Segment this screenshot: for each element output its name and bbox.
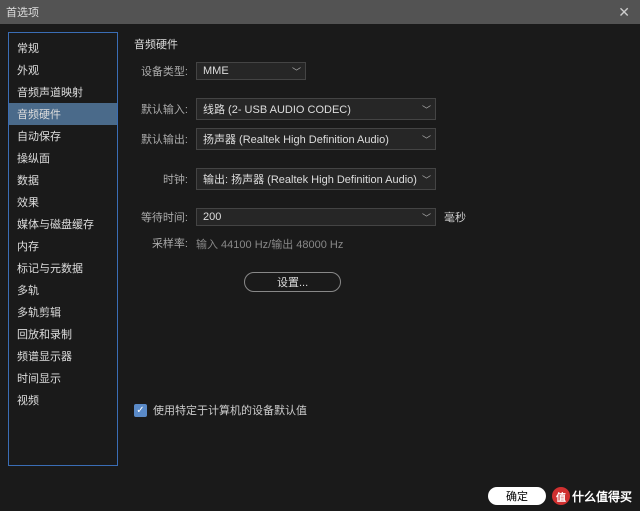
sidebar-item[interactable]: 效果 (9, 191, 117, 213)
watermark-text: 什么值得买 (572, 488, 632, 505)
ok-button[interactable]: 确定 (488, 487, 546, 505)
sidebar-item[interactable]: 视频 (9, 389, 117, 411)
sidebar-item[interactable]: 数据 (9, 169, 117, 191)
window-title: 首选项 (6, 4, 39, 20)
device-type-value: MME (203, 65, 229, 77)
sidebar-item[interactable]: 回放和录制 (9, 323, 117, 345)
chevron-down-icon: ﹀ (422, 173, 431, 186)
sidebar-item[interactable]: 自动保存 (9, 125, 117, 147)
clock-label: 时钟: (134, 171, 188, 187)
sidebar-item[interactable]: 音频硬件 (9, 103, 117, 125)
row-device-type: 设备类型: MME ﹀ (134, 62, 624, 80)
row-clock: 时钟: 输出: 扬声器 (Realtek High Definition Aud… (134, 168, 624, 190)
chevron-down-icon: ﹀ (292, 65, 301, 78)
titlebar: 首选项 ✕ (0, 0, 640, 24)
sidebar-item[interactable]: 频谱显示器 (9, 345, 117, 367)
default-input-value: 线路 (2- USB AUDIO CODEC) (203, 101, 351, 117)
sidebar-item[interactable]: 多轨剪辑 (9, 301, 117, 323)
samplerate-label: 采样率: (134, 235, 188, 251)
settings-button[interactable]: 设置... (244, 272, 341, 292)
sidebar-item[interactable]: 媒体与磁盘缓存 (9, 213, 117, 235)
sidebar-item[interactable]: 操纵面 (9, 147, 117, 169)
close-icon[interactable]: ✕ (614, 4, 634, 21)
latency-value: 200 (203, 211, 221, 223)
sidebar-item[interactable]: 时间显示 (9, 367, 117, 389)
default-input-label: 默认输入: (134, 101, 188, 117)
row-samplerate: 采样率: 输入 44100 Hz/输出 48000 Hz (134, 234, 624, 252)
sidebar-item[interactable]: 常规 (9, 37, 117, 59)
watermark-icon: 值 (552, 487, 570, 505)
row-latency: 等待时间: 200 ﹀ 毫秒 (134, 208, 624, 226)
main-panel: 音频硬件 设备类型: MME ﹀ 默认输入: 线路 (2- USB AUDIO … (126, 32, 632, 466)
chevron-down-icon: ﹀ (422, 133, 431, 146)
latency-unit: 毫秒 (444, 209, 466, 225)
sidebar: 常规外观音频声道映射音频硬件自动保存操纵面数据效果媒体与磁盘缓存内存标记与元数据… (8, 32, 118, 466)
checkbox-label: 使用特定于计算机的设备默认值 (153, 402, 307, 418)
device-type-dropdown[interactable]: MME ﹀ (196, 62, 306, 80)
use-machine-defaults-checkbox[interactable]: ✓ (134, 404, 147, 417)
sidebar-item[interactable]: 标记与元数据 (9, 257, 117, 279)
latency-dropdown[interactable]: 200 ﹀ (196, 208, 436, 226)
sidebar-item[interactable]: 内存 (9, 235, 117, 257)
sidebar-item[interactable]: 音频声道映射 (9, 81, 117, 103)
latency-label: 等待时间: (134, 209, 188, 225)
watermark: 值 什么值得买 (552, 487, 632, 505)
clock-dropdown[interactable]: 输出: 扬声器 (Realtek High Definition Audio) … (196, 168, 436, 190)
default-output-dropdown[interactable]: 扬声器 (Realtek High Definition Audio) ﹀ (196, 128, 436, 150)
chevron-down-icon: ﹀ (422, 211, 431, 224)
default-input-dropdown[interactable]: 线路 (2- USB AUDIO CODEC) ﹀ (196, 98, 436, 120)
row-default-input: 默认输入: 线路 (2- USB AUDIO CODEC) ﹀ (134, 98, 624, 120)
default-output-label: 默认输出: (134, 131, 188, 147)
samplerate-value: 输入 44100 Hz/输出 48000 Hz (196, 236, 343, 252)
default-output-value: 扬声器 (Realtek High Definition Audio) (203, 131, 389, 147)
device-type-label: 设备类型: (134, 63, 188, 79)
clock-value: 输出: 扬声器 (Realtek High Definition Audio) (203, 171, 417, 187)
content: 常规外观音频声道映射音频硬件自动保存操纵面数据效果媒体与磁盘缓存内存标记与元数据… (0, 24, 640, 474)
panel-title: 音频硬件 (134, 36, 624, 52)
footer: 确定 值 什么值得买 (488, 487, 632, 505)
checkbox-row: ✓ 使用特定于计算机的设备默认值 (134, 402, 624, 418)
row-default-output: 默认输出: 扬声器 (Realtek High Definition Audio… (134, 128, 624, 150)
chevron-down-icon: ﹀ (422, 103, 431, 116)
sidebar-item[interactable]: 外观 (9, 59, 117, 81)
sidebar-item[interactable]: 多轨 (9, 279, 117, 301)
